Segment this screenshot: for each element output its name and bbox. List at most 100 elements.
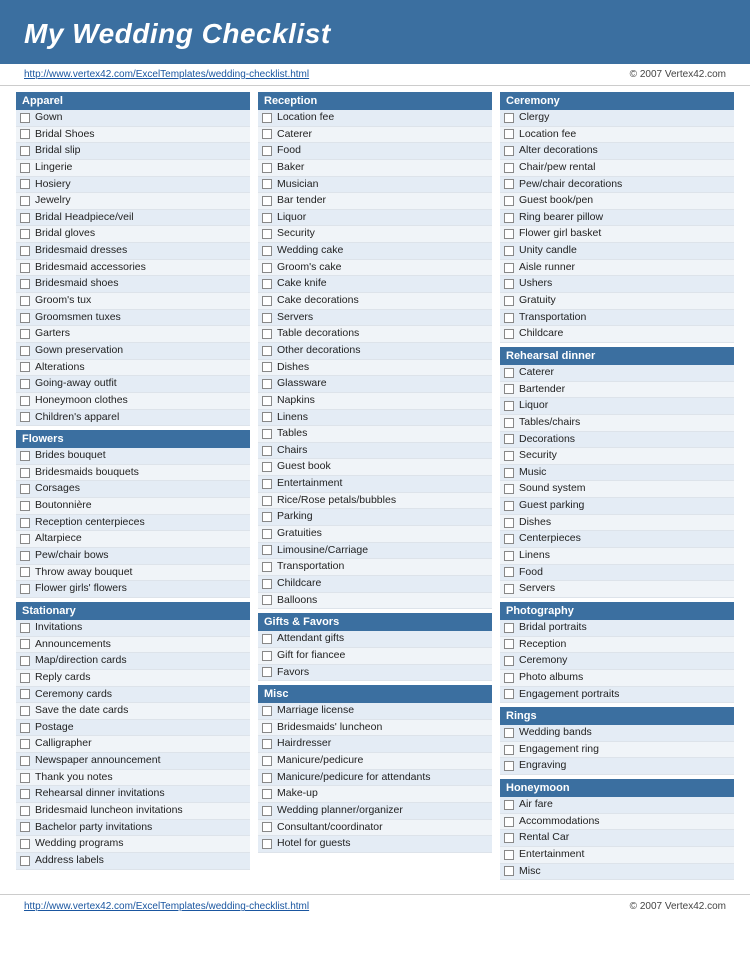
checkbox[interactable] [262, 822, 272, 832]
checkbox[interactable] [262, 462, 272, 472]
checkbox[interactable] [262, 113, 272, 123]
checkbox[interactable] [20, 451, 30, 461]
checkbox[interactable] [504, 434, 514, 444]
checkbox[interactable] [262, 196, 272, 206]
checkbox[interactable] [20, 673, 30, 683]
checkbox[interactable] [504, 196, 514, 206]
checkbox[interactable] [504, 329, 514, 339]
checkbox[interactable] [20, 534, 30, 544]
checkbox[interactable] [504, 384, 514, 394]
checkbox[interactable] [20, 584, 30, 594]
checkbox[interactable] [262, 839, 272, 849]
checkbox[interactable] [504, 623, 514, 633]
checkbox[interactable] [262, 562, 272, 572]
checkbox[interactable] [504, 179, 514, 189]
checkbox[interactable] [20, 789, 30, 799]
checkbox[interactable] [262, 246, 272, 256]
checkbox[interactable] [20, 856, 30, 866]
checkbox[interactable] [504, 745, 514, 755]
checkbox[interactable] [504, 213, 514, 223]
checkbox[interactable] [504, 567, 514, 577]
checkbox[interactable] [504, 451, 514, 461]
checkbox[interactable] [20, 412, 30, 422]
checkbox[interactable] [262, 146, 272, 156]
checkbox[interactable] [262, 545, 272, 555]
checkbox[interactable] [20, 706, 30, 716]
checkbox[interactable] [262, 129, 272, 139]
checkbox[interactable] [262, 179, 272, 189]
checkbox[interactable] [504, 113, 514, 123]
checkbox[interactable] [20, 839, 30, 849]
checkbox[interactable] [262, 634, 272, 644]
checkbox[interactable] [504, 728, 514, 738]
checkbox[interactable] [262, 396, 272, 406]
checkbox[interactable] [262, 739, 272, 749]
checkbox[interactable] [504, 418, 514, 428]
checkbox[interactable] [262, 412, 272, 422]
checkbox[interactable] [504, 246, 514, 256]
header-url-link[interactable]: http://www.vertex42.com/ExcelTemplates/w… [24, 69, 309, 80]
checkbox[interactable] [262, 346, 272, 356]
checkbox[interactable] [504, 484, 514, 494]
checkbox[interactable] [262, 806, 272, 816]
checkbox[interactable] [262, 429, 272, 439]
checkbox[interactable] [504, 146, 514, 156]
checkbox[interactable] [20, 113, 30, 123]
checkbox[interactable] [20, 689, 30, 699]
footer-url-link[interactable]: http://www.vertex42.com/ExcelTemplates/w… [24, 901, 309, 912]
checkbox[interactable] [20, 213, 30, 223]
checkbox[interactable] [20, 296, 30, 306]
checkbox[interactable] [262, 313, 272, 323]
checkbox[interactable] [262, 279, 272, 289]
checkbox[interactable] [504, 833, 514, 843]
checkbox[interactable] [262, 579, 272, 589]
checkbox[interactable] [504, 866, 514, 876]
checkbox[interactable] [262, 773, 272, 783]
checkbox[interactable] [504, 401, 514, 411]
checkbox[interactable] [20, 129, 30, 139]
checkbox[interactable] [20, 163, 30, 173]
checkbox[interactable] [504, 163, 514, 173]
checkbox[interactable] [20, 623, 30, 633]
checkbox[interactable] [504, 584, 514, 594]
checkbox[interactable] [20, 279, 30, 289]
checkbox[interactable] [20, 313, 30, 323]
checkbox[interactable] [20, 656, 30, 666]
checkbox[interactable] [20, 501, 30, 511]
checkbox[interactable] [20, 567, 30, 577]
checkbox[interactable] [20, 639, 30, 649]
checkbox[interactable] [20, 179, 30, 189]
checkbox[interactable] [262, 329, 272, 339]
checkbox[interactable] [504, 534, 514, 544]
checkbox[interactable] [20, 362, 30, 372]
checkbox[interactable] [504, 368, 514, 378]
checkbox[interactable] [504, 850, 514, 860]
checkbox[interactable] [262, 529, 272, 539]
checkbox[interactable] [262, 379, 272, 389]
checkbox[interactable] [20, 379, 30, 389]
checkbox[interactable] [262, 651, 272, 661]
checkbox[interactable] [262, 229, 272, 239]
checkbox[interactable] [20, 822, 30, 832]
checkbox[interactable] [20, 146, 30, 156]
checkbox[interactable] [504, 656, 514, 666]
checkbox[interactable] [504, 263, 514, 273]
checkbox[interactable] [504, 689, 514, 699]
checkbox[interactable] [20, 196, 30, 206]
checkbox[interactable] [20, 229, 30, 239]
checkbox[interactable] [20, 773, 30, 783]
checkbox[interactable] [504, 229, 514, 239]
checkbox[interactable] [504, 518, 514, 528]
checkbox[interactable] [262, 446, 272, 456]
checkbox[interactable] [262, 667, 272, 677]
checkbox[interactable] [504, 501, 514, 511]
checkbox[interactable] [504, 800, 514, 810]
checkbox[interactable] [262, 213, 272, 223]
checkbox[interactable] [262, 163, 272, 173]
checkbox[interactable] [504, 673, 514, 683]
checkbox[interactable] [262, 263, 272, 273]
checkbox[interactable] [20, 346, 30, 356]
checkbox[interactable] [262, 512, 272, 522]
checkbox[interactable] [504, 129, 514, 139]
checkbox[interactable] [20, 246, 30, 256]
